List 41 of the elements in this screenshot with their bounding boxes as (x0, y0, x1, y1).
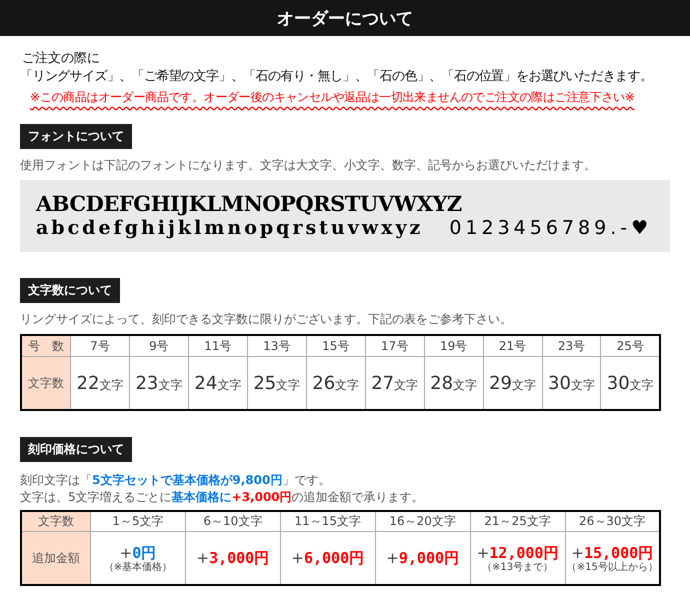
price-amount: +12,000円 (476, 544, 560, 562)
table-cell: 21号 (483, 335, 542, 356)
table-cell: 21～25文字 (470, 511, 566, 532)
banner-title: オーダーについて (277, 8, 413, 30)
lowercase-sample: abcdefghijklmnopqrstuvwxyz (36, 216, 424, 240)
order-notice: ※この商品はオーダー商品です。オーダー後のキャンセルや返品は一切出来ませんのでご注文の際はご注意下さい※ (29, 89, 635, 106)
table-cell: 7号 (70, 335, 130, 356)
table-header: 号 数 (21, 335, 70, 356)
table-cell: 11～15文字 (280, 511, 376, 532)
price-amount: +6,000円 (290, 549, 366, 567)
table-cell: 19号 (424, 335, 484, 356)
price-amount: +3,000円 (195, 549, 270, 567)
table-header: 追加金額 (21, 532, 90, 585)
price-description: 文字は、5文字増えるごとに基本価格に+3,000円の追加金額で承ります。 (20, 489, 425, 506)
table-cell: 11号 (188, 335, 248, 356)
table-cell: 9号 (129, 335, 188, 356)
table-cell: 16～20文字 (375, 511, 470, 532)
section-heading: 文字数について (20, 278, 120, 303)
intro-text: 「リングサイズ」、「ご希望の文字」、「石の有り・無し」、「石の色」、「石の位置」をお選びいただきます。 (20, 68, 654, 86)
table-header: 文字数 (21, 356, 70, 410)
section-description: 使用フォントは下記のフォントになります。文字は大文字、小文字、数字、記号からお選びいただけます。 (20, 157, 597, 174)
price-note: （※13号まで） (481, 562, 554, 572)
intro-text: ご注文の際に (21, 50, 101, 68)
digits-symbols-sample: 0123456789.-♥ (449, 217, 652, 239)
table-cell: 1～5文字 (90, 511, 186, 532)
section-heading: フォントについて (20, 124, 132, 149)
section-heading: 刻印価格について (20, 437, 132, 462)
price-amount: +0円 (118, 544, 158, 562)
price-amount: +9,000円 (385, 549, 460, 567)
table-cell: 6～10文字 (185, 511, 280, 532)
uppercase-sample: ABCDEFGHIJKLMNOPQRSTUVWXYZ (36, 192, 463, 216)
price-description: 刻印文字は「5文字セットで基本価格が9,800円」です。 (20, 472, 332, 489)
table-cell: 15号 (306, 335, 366, 356)
table-header: 文字数 (21, 511, 90, 532)
price-note: （※基本価格） (102, 562, 174, 572)
section-description: リングサイズによって、刻印できる文字数に限りがございます。下記の表をご参考下さい。 (20, 311, 513, 328)
price-note: （※15号以上から） (566, 562, 659, 572)
table-cell: 17号 (365, 335, 424, 356)
price-amount: +15,000円 (570, 544, 654, 562)
table-cell: 13号 (247, 335, 306, 356)
table-cell: 23号 (542, 335, 601, 356)
